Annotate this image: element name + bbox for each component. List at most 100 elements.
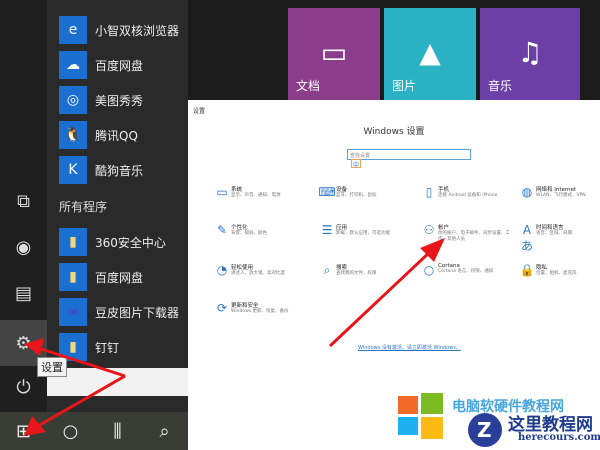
svg-text:Z: Z (477, 418, 492, 442)
category-desc: 蓝牙、打印机、鼠标 (336, 193, 377, 198)
settings-category[interactable]: ◍ 网络和 Internet WLAN、飞行模式、VPN (518, 185, 600, 199)
start-rail: ⧉ ◉ ▤ ⚙ ⏻ (0, 0, 47, 412)
tile-music[interactable]: ♫ 音乐 (480, 8, 580, 100)
category-name: 个性化 (231, 225, 248, 231)
settings-category[interactable]: ⚇ 帐户 你的帐户、电子邮件、同步设置、工作、其他人员 (420, 223, 520, 243)
category-icon: ☰ (321, 223, 333, 237)
tiles-area: ▭ 文档 ▲ 图片 ♫ 音乐 (188, 0, 600, 100)
settings-category[interactable]: ▭ 系统 显示、声音、通知、电源 (213, 185, 313, 199)
app-item[interactable]: ☁ 百度网盘 (59, 50, 143, 80)
category-desc: 查找我的文件、权限 (336, 271, 377, 276)
all-programs-header: 所有程序 (59, 200, 108, 214)
category-icon: ○ (423, 263, 435, 277)
app-item[interactable]: ▮ 百度网盘 (59, 262, 143, 292)
category-desc: WLAN、飞行模式、VPN (536, 193, 586, 198)
ime-indicator[interactable]: 中 (351, 159, 361, 169)
watermark-url: herecours.com (518, 432, 600, 443)
page-title: Windows 设置 (363, 127, 425, 137)
app-item[interactable]: ▮ 360安全中心 (59, 227, 166, 257)
settings-search-input[interactable]: 查找设置 (347, 149, 471, 160)
app-item[interactable]: 🐧 腾讯QQ (59, 120, 138, 150)
category-desc: 你的帐户、电子邮件、同步设置、工作、其他人员 (438, 231, 510, 242)
category-desc: 语音、区域、日期 (536, 231, 572, 236)
settings-category[interactable]: ⌨ 设备 蓝牙、打印机、鼠标 (318, 185, 418, 199)
baidu-pan-icon: ☁ (59, 51, 87, 79)
category-desc: 卸载、默认应用、可选功能 (336, 231, 390, 236)
tile-label: 文档 (296, 79, 321, 93)
kugou-icon: K (59, 156, 87, 184)
document-icon: ▭ (320, 36, 348, 69)
category-icon: ⌨ (318, 185, 336, 199)
taskbar: ⊞ ○ ⫼ ⌕ (0, 412, 188, 450)
category-desc: 连接 Android 设备和 iPhone (438, 193, 498, 198)
category-icon: ✎ (216, 223, 228, 237)
category-icon: ▭ (216, 185, 228, 199)
app-item[interactable]: ▮ 钉钉 (59, 332, 119, 362)
settings-category[interactable]: ▯ 手机 连接 Android 设备和 iPhone (420, 185, 520, 199)
category-icon: ◍ (521, 185, 533, 199)
tile-label: 音乐 (488, 79, 513, 93)
category-icon: ◔ (216, 263, 228, 277)
app-item[interactable]: e 小智双核浏览器 (59, 15, 179, 45)
windows-start-icon[interactable]: ⊞ (0, 421, 47, 442)
app-label: 360安全中心 (95, 235, 166, 250)
app-label: 百度网盘 (95, 270, 144, 285)
tile-pictures[interactable]: ▲ 图片 (384, 8, 476, 100)
category-name: 搜索 (336, 265, 348, 271)
settings-category[interactable]: Aあ 时间和语言 语音、区域、日期 (518, 223, 600, 254)
category-icon: Aあ (520, 223, 533, 253)
settings-category[interactable]: ⟳ 更新和安全 Windows 更新、恢复、备份 (213, 301, 313, 315)
category-desc: 讲述人、放大镜、高对比度 (231, 271, 285, 276)
task-view-icon[interactable]: ⫼ (94, 421, 141, 442)
meitu-icon: ◎ (59, 86, 87, 114)
category-name: 系统 (231, 187, 243, 193)
category-name: 网络和 Internet (536, 187, 577, 193)
picture-icon: ▲ (419, 36, 441, 69)
app-list: e 小智双核浏览器 ☁ 百度网盘 ◎ 美图秀秀 🐧 腾讯QQ K 酷狗音乐 所有程序 ▮ 3… (47, 0, 188, 412)
settings-category[interactable]: 🔒 隐私 位置、相机、麦克风 (518, 263, 600, 277)
category-desc: Cortana 语言、权限、通知 (438, 269, 494, 274)
settings-category[interactable]: ◔ 轻松使用 讲述人、放大镜、高对比度 (213, 263, 313, 277)
app-label: 钉钉 (95, 340, 120, 355)
category-desc: 显示、声音、通知、电源 (231, 193, 281, 198)
folder-icon: ▮ (59, 228, 87, 256)
app-item[interactable]: ∞ 豆皮图片下载器 (59, 297, 179, 327)
category-desc: 背景、锁屏、颜色 (231, 231, 267, 236)
settings-category[interactable]: ○ Cortana Cortana 语言、权限、通知 (420, 263, 520, 277)
doupi-icon: ∞ (59, 298, 87, 326)
app-item[interactable]: ◎ 美图秀秀 (59, 85, 143, 115)
category-name: 隐私 (536, 265, 548, 271)
app-item[interactable]: K 酷狗音乐 (59, 155, 143, 185)
category-name: 轻松使用 (231, 265, 254, 271)
search-icon[interactable]: ⌕ (141, 421, 188, 442)
tablet-mode-icon[interactable]: ⧉ (0, 178, 47, 224)
tile-documents[interactable]: ▭ 文档 (288, 8, 380, 100)
settings-category[interactable]: ⌕ 搜索 查找我的文件、权限 (318, 263, 418, 278)
folder-icon: ▮ (59, 263, 87, 291)
category-name: 更新和安全 (231, 303, 259, 309)
qq-icon: 🐧 (59, 121, 87, 149)
tile-label: 图片 (392, 79, 417, 93)
documents-icon[interactable]: ▤ (0, 270, 47, 316)
activation-link[interactable]: Windows 没有激活。请立即激活 Windows。 (358, 344, 461, 351)
category-icon: ⟳ (216, 301, 228, 315)
category-icon: ⌕ (323, 263, 331, 277)
app-label: 酷狗音乐 (95, 163, 144, 178)
app-label: 豆皮图片下载器 (95, 305, 180, 320)
category-name: 应用 (336, 225, 348, 231)
headphones-icon: ♫ (517, 36, 543, 69)
app-label: 腾讯QQ (95, 128, 138, 143)
browser-icon: e (59, 16, 87, 44)
cortana-circle-icon[interactable]: ○ (47, 421, 94, 442)
taskbar-search-input[interactable] (47, 368, 188, 396)
settings-category[interactable]: ☰ 应用 卸载、默认应用、可选功能 (318, 223, 418, 237)
settings-tooltip: 设置 (37, 357, 67, 377)
app-label: 小智双核浏览器 (95, 23, 180, 38)
user-icon[interactable]: ◉ (0, 224, 47, 270)
app-label: 百度网盘 (95, 58, 144, 73)
category-name: 帐户 (438, 225, 450, 231)
category-icon: ▯ (425, 185, 433, 199)
category-name: 设备 (336, 187, 348, 193)
category-icon: 🔒 (519, 263, 535, 277)
settings-category[interactable]: ✎ 个性化 背景、锁屏、颜色 (213, 223, 313, 237)
